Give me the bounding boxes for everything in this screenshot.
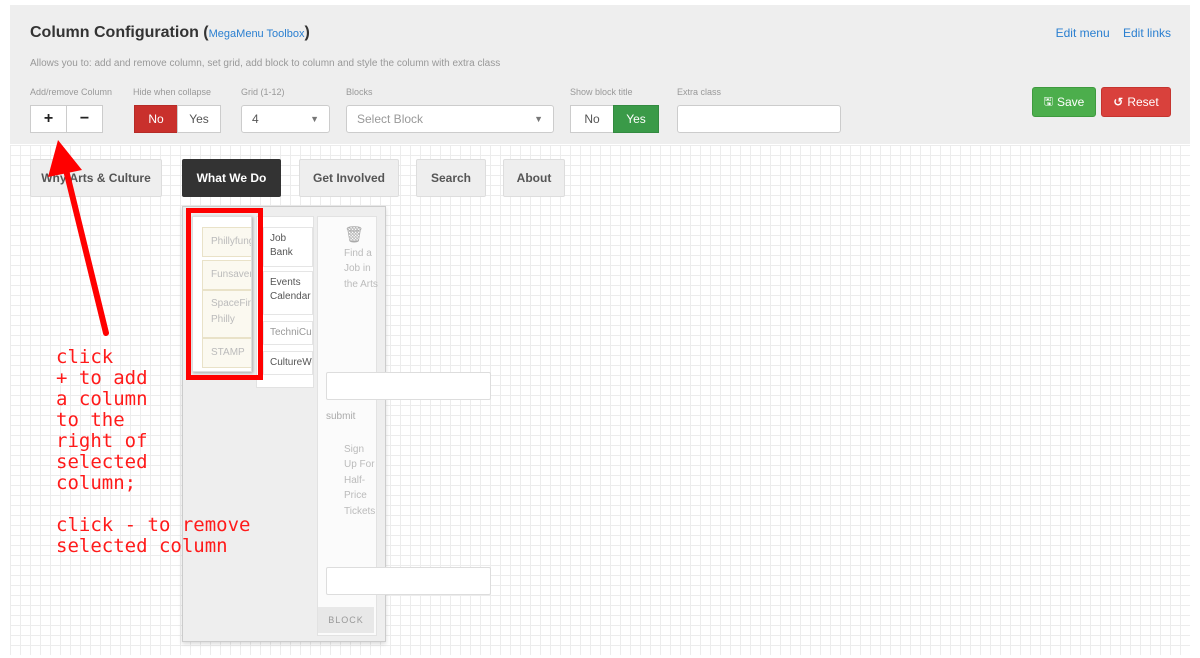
annotation-text: click + to add a column to the right of … [56, 346, 251, 557]
arrow-annotation [48, 140, 109, 336]
